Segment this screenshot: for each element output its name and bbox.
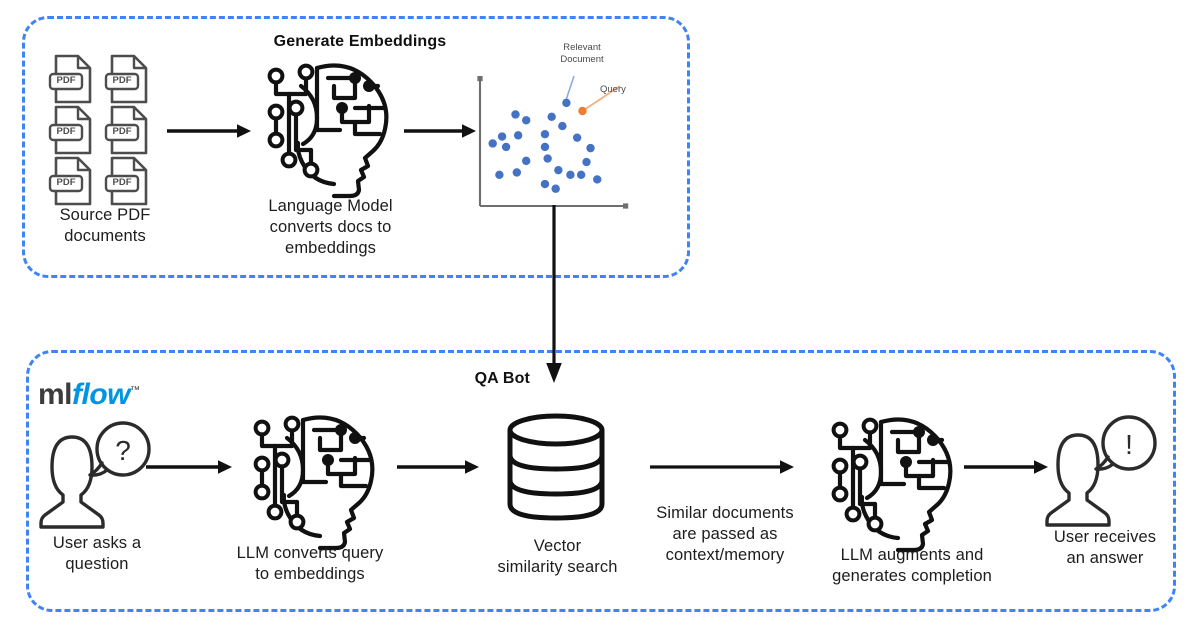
relevant-document-label: Relevant Document bbox=[560, 42, 604, 65]
answer-bubble-glyph: ! bbox=[1125, 429, 1133, 460]
mlflow-logo: mlflow™ bbox=[38, 374, 140, 412]
scatter-point bbox=[522, 116, 531, 125]
language-model-caption: Language Model converts docs to embeddin… bbox=[268, 197, 393, 257]
scatter-point bbox=[582, 157, 591, 167]
user-question-caption: User asks a question bbox=[52, 534, 142, 573]
scatter-point bbox=[540, 130, 550, 139]
context-transfer-caption: Similar documents are passed as context/… bbox=[656, 504, 794, 564]
scatter-point bbox=[593, 175, 602, 184]
svg-text:PDF: PDF bbox=[113, 126, 132, 137]
arrow-space-to-qabot-icon bbox=[543, 205, 565, 385]
user-question-icon: ? bbox=[39, 415, 158, 529]
arrow-model-to-space-icon bbox=[404, 123, 478, 139]
ai-head-icon bbox=[256, 56, 398, 199]
scatter-point bbox=[497, 132, 507, 141]
qa-bot-title: QA Bot bbox=[474, 370, 530, 387]
scatter-point bbox=[495, 170, 504, 179]
scatter-point bbox=[540, 179, 550, 189]
scatter-point bbox=[566, 170, 575, 179]
scatter-point bbox=[551, 184, 560, 193]
query-label: Query bbox=[600, 84, 626, 95]
user-answer-caption: User receives an answer bbox=[1053, 528, 1157, 567]
vector-search-caption: Vector similarity search bbox=[497, 537, 618, 576]
scatter-point bbox=[558, 121, 567, 131]
database-cylinder-icon bbox=[502, 408, 610, 526]
scatter-point bbox=[513, 131, 523, 140]
svg-text:PDF: PDF bbox=[113, 75, 132, 86]
svg-text:PDF: PDF bbox=[57, 177, 76, 188]
scatter-point bbox=[511, 110, 520, 119]
arrow-pdfs-to-model-icon bbox=[167, 123, 253, 139]
scatter-point bbox=[501, 142, 511, 152]
scatter-point bbox=[488, 139, 497, 148]
arrow-llm-to-db-icon bbox=[397, 459, 481, 475]
ai-head-icon bbox=[242, 408, 384, 551]
scatter-point bbox=[540, 142, 550, 152]
scatter-point bbox=[522, 156, 531, 166]
scatter-point bbox=[572, 133, 582, 142]
arrow-user-to-llm-icon bbox=[146, 459, 234, 475]
mlflow-logo-trademark: ™ bbox=[130, 385, 140, 396]
arrow-context-transfer-icon bbox=[650, 459, 796, 475]
source-pdfs-caption: Source PDF documents bbox=[59, 206, 151, 245]
scatter-point bbox=[586, 143, 595, 153]
scatter-point bbox=[576, 170, 586, 179]
llm-embed-query-caption: LLM converts query to embeddings bbox=[236, 544, 384, 583]
llm-generate-caption: LLM augments and generates completion bbox=[832, 546, 992, 585]
svg-text:PDF: PDF bbox=[113, 177, 132, 188]
relevant-document-point bbox=[562, 98, 571, 108]
ai-head-icon bbox=[820, 410, 962, 553]
scatter-point bbox=[554, 165, 563, 175]
query-point bbox=[578, 106, 587, 116]
diagram-canvas: Generate Embeddings QA Bot PDF PDF PDF P… bbox=[0, 0, 1200, 627]
scatter-point bbox=[512, 168, 522, 177]
pdf-stack-icon: PDF PDF PDF PDF PDF PDF bbox=[44, 52, 160, 206]
user-answer-icon: ! bbox=[1045, 413, 1164, 527]
arrow-llm-to-user-icon bbox=[964, 459, 1050, 475]
svg-text:PDF: PDF bbox=[57, 126, 76, 137]
svg-text:PDF: PDF bbox=[57, 75, 76, 86]
mlflow-logo-flow: flow bbox=[72, 378, 131, 411]
question-bubble-glyph: ? bbox=[115, 435, 131, 466]
generate-embeddings-title: Generate Embeddings bbox=[273, 33, 447, 50]
scatter-point bbox=[543, 154, 552, 163]
mlflow-logo-ml: ml bbox=[38, 378, 73, 411]
scatter-point bbox=[547, 112, 556, 121]
